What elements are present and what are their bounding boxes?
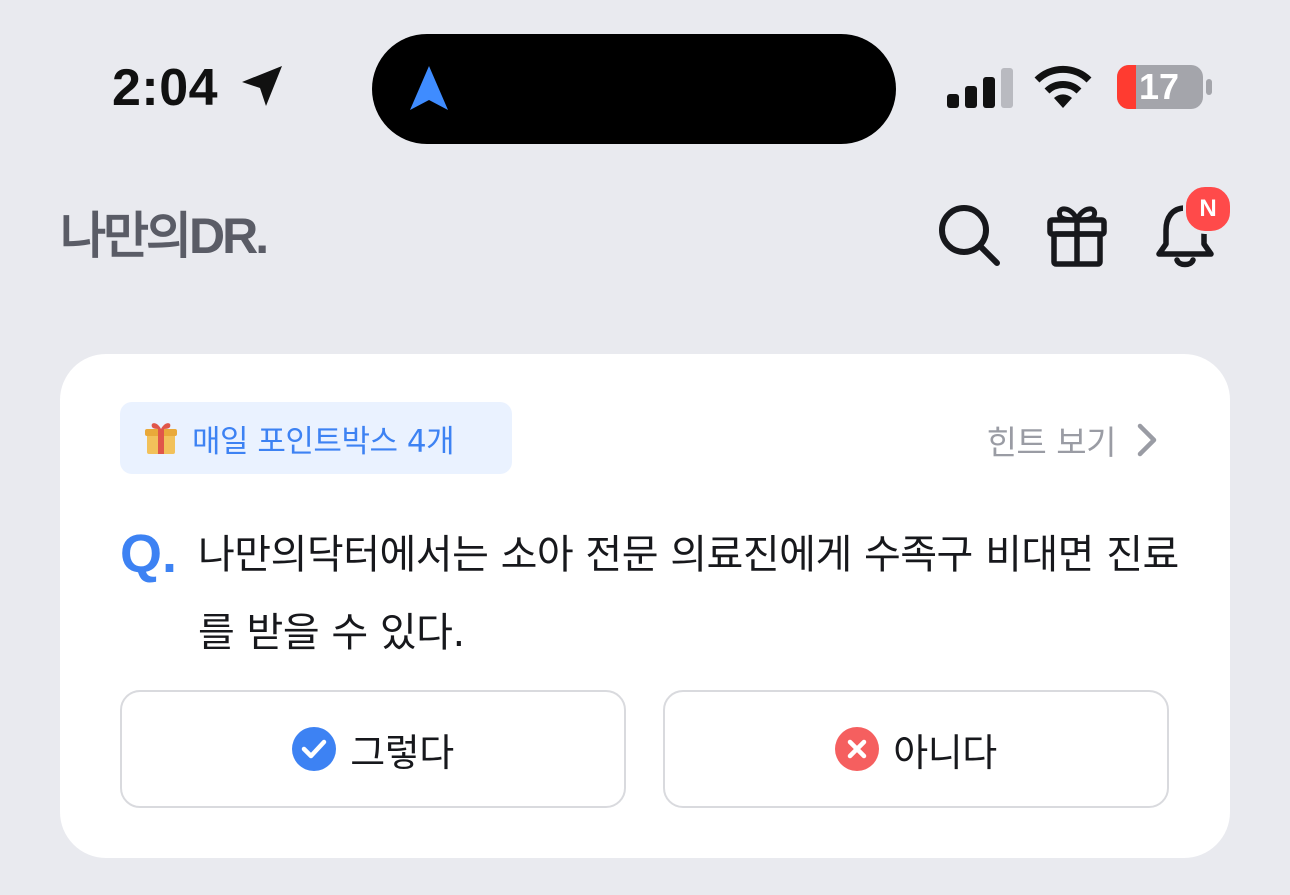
cellular-signal-icon bbox=[947, 68, 1013, 108]
app-logo[interactable]: 나만의DR. bbox=[60, 206, 269, 266]
gift-icon[interactable] bbox=[1042, 200, 1112, 270]
hint-link[interactable]: 힌트 보기 bbox=[987, 416, 1160, 464]
answer-yes-button[interactable]: 그렇다 bbox=[120, 690, 626, 808]
answer-no-label: 아니다 bbox=[893, 730, 997, 775]
navigation-arrow-icon bbox=[410, 66, 448, 110]
answer-no-button[interactable]: 아니다 bbox=[663, 690, 1169, 808]
dynamic-island bbox=[372, 34, 896, 144]
battery-icon: 17 bbox=[1116, 64, 1214, 110]
quiz-card: 매일 포인트박스 4개 힌트 보기 Q. 나만의닥터에서는 소아 전문 의료진에… bbox=[60, 354, 1230, 858]
daily-reward-label: 매일 포인트박스 4개 bbox=[192, 423, 455, 460]
chevron-right-icon bbox=[1137, 423, 1157, 457]
search-icon[interactable] bbox=[934, 200, 1004, 270]
wifi-icon bbox=[1034, 65, 1092, 108]
status-time: 2:04 bbox=[112, 59, 219, 117]
gift-box-icon bbox=[145, 423, 177, 454]
question-prefix: Q. bbox=[120, 524, 178, 584]
battery-level: 17 bbox=[1138, 66, 1180, 107]
location-arrow-icon bbox=[242, 66, 282, 106]
question-text: 나만의닥터에서는 소아 전문 의료진에게 수족구 비대면 진료를 받을 수 있다… bbox=[198, 532, 1179, 656]
answer-yes-label: 그렇다 bbox=[350, 730, 454, 775]
x-circle-icon bbox=[835, 727, 880, 771]
hint-link-label: 힌트 보기 bbox=[986, 423, 1117, 462]
daily-reward-pill: 매일 포인트박스 4개 bbox=[120, 402, 512, 474]
notification-badge: N bbox=[1183, 184, 1233, 234]
check-circle-icon bbox=[292, 727, 337, 771]
